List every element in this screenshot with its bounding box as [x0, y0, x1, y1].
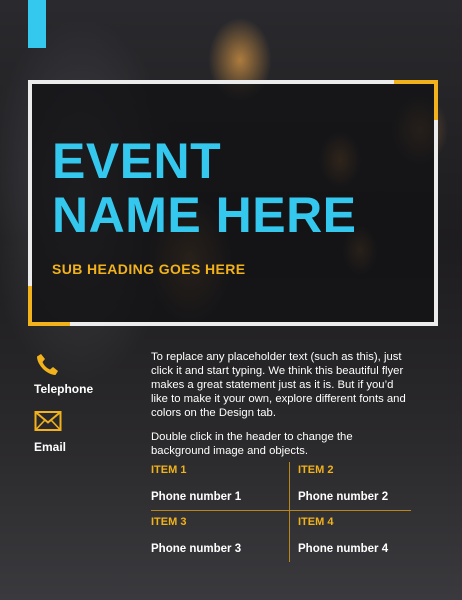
yellow-corner-top-right-vertical [434, 80, 438, 120]
item-title: ITEM 1 [151, 464, 187, 476]
yellow-corner-bottom-left-vertical [28, 286, 32, 326]
item-cell-3[interactable]: ITEM 3 Phone number 3 [151, 516, 281, 555]
item-value: Phone number 4 [298, 543, 389, 555]
item-title: ITEM 3 [151, 516, 187, 528]
yellow-corner-bottom-left [28, 322, 70, 326]
item-value: Phone number 3 [151, 543, 242, 555]
sub-heading[interactable]: SUB HEADING GOES HERE [52, 261, 246, 277]
item-cell-2[interactable]: ITEM 2 Phone number 2 [298, 464, 428, 503]
yellow-corner-top-right [394, 80, 438, 84]
telephone-label: Telephone [34, 382, 94, 396]
cyan-accent-bar [28, 0, 46, 48]
body-paragraph-2[interactable]: Double click in the header to change the… [151, 430, 409, 458]
item-title: ITEM 2 [298, 464, 334, 476]
item-cell-4[interactable]: ITEM 4 Phone number 4 [298, 516, 428, 555]
item-value: Phone number 2 [298, 491, 389, 503]
email-label: Email [34, 440, 67, 454]
items-grid: ITEM 1 Phone number 1 ITEM 2 Phone numbe… [151, 462, 413, 562]
item-cell-1[interactable]: ITEM 1 Phone number 1 [151, 464, 281, 503]
contact-email[interactable]: Email [34, 410, 104, 454]
event-title-line2[interactable]: NAME HERE [52, 188, 432, 242]
event-title[interactable]: EVENT NAME HERE [52, 134, 432, 242]
body-paragraph-1[interactable]: To replace any placeholder text (such as… [151, 350, 409, 420]
phone-icon [34, 352, 104, 378]
contact-telephone[interactable]: Telephone [34, 352, 104, 396]
flyer-page: EVENT NAME HERE SUB HEADING GOES HERE Te… [0, 0, 462, 600]
item-title: ITEM 4 [298, 516, 334, 528]
event-title-line1[interactable]: EVENT [52, 134, 432, 188]
envelope-icon [34, 410, 104, 436]
item-value: Phone number 1 [151, 491, 242, 503]
